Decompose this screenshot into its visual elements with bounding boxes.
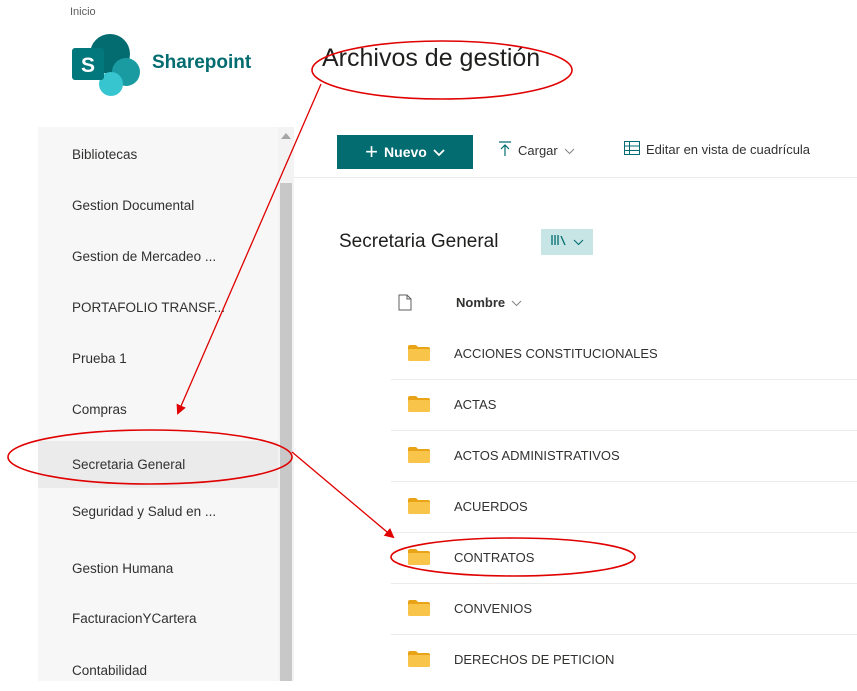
- folder-name[interactable]: DERECHOS DE PETICION: [454, 635, 614, 685]
- sidebar-item-gestion-mercadeo[interactable]: Gestion de Mercadeo ...: [38, 237, 278, 277]
- sidebar-item-prueba-1[interactable]: Prueba 1: [38, 339, 278, 379]
- folder-name[interactable]: ACTOS ADMINISTRATIVOS: [454, 431, 620, 481]
- sidebar: Bibliotecas Gestion Documental Gestion d…: [38, 127, 279, 681]
- library-title[interactable]: Secretaria General: [339, 231, 498, 253]
- folder-icon: [408, 345, 430, 366]
- sidebar-scrollbar[interactable]: [278, 127, 294, 681]
- breadcrumb[interactable]: Inicio: [70, 6, 96, 18]
- folder-icon: [408, 549, 430, 570]
- list-item[interactable]: DERECHOS DE PETICION: [391, 635, 857, 685]
- library-view-switcher[interactable]: [541, 229, 593, 255]
- grid-view-button[interactable]: Editar en vista de cuadrícula: [624, 141, 810, 158]
- chevron-down-icon: [433, 144, 445, 160]
- upload-icon: [498, 141, 512, 160]
- folder-name[interactable]: CONTRATOS: [454, 533, 534, 583]
- folder-name[interactable]: ACCIONES CONSTITUCIONALES: [454, 329, 658, 379]
- list-item[interactable]: ACCIONES CONSTITUCIONALES: [391, 329, 857, 380]
- grid-view-label: Editar en vista de cuadrícula: [646, 142, 811, 157]
- chevron-down-icon: [511, 295, 522, 310]
- annotation-arrow-to-folder: [291, 451, 395, 539]
- scroll-up-icon[interactable]: [281, 133, 291, 139]
- list-item[interactable]: ACTOS ADMINISTRATIVOS: [391, 431, 857, 482]
- scroll-thumb[interactable]: [280, 183, 292, 681]
- sidebar-item-gestion-humana[interactable]: Gestion Humana: [38, 549, 278, 589]
- sidebar-item-secretaria-general[interactable]: Secretaria General: [38, 441, 278, 488]
- sidebar-item-facturacion-cartera[interactable]: FacturacionYCartera: [38, 599, 278, 639]
- upload-label: Cargar: [518, 143, 558, 158]
- chevron-down-icon: [564, 143, 575, 158]
- brand-name[interactable]: Sharepoint: [152, 52, 251, 74]
- folder-icon: [408, 447, 430, 468]
- sidebar-item-compras[interactable]: Compras: [38, 390, 278, 430]
- list-item[interactable]: ACTAS: [391, 380, 857, 431]
- new-button[interactable]: + Nuevo: [337, 135, 473, 169]
- folder-list: ACCIONES CONSTITUCIONALES ACTAS ACTOS AD…: [391, 329, 857, 685]
- library-icon: [550, 233, 567, 251]
- list-item[interactable]: CONTRATOS: [391, 533, 857, 584]
- column-header-name-label: Nombre: [456, 295, 506, 310]
- command-bar: + Nuevo Cargar Editar en vista de cuadrí…: [294, 127, 857, 178]
- sidebar-item-seguridad-salud[interactable]: Seguridad y Salud en ...: [38, 492, 278, 532]
- list-item[interactable]: CONVENIOS: [391, 584, 857, 635]
- folder-name[interactable]: ACTAS: [454, 380, 496, 430]
- sidebar-item-gestion-documental[interactable]: Gestion Documental: [38, 186, 278, 226]
- column-header-name[interactable]: Nombre: [456, 295, 522, 310]
- folder-name[interactable]: ACUERDOS: [454, 482, 528, 532]
- upload-button[interactable]: Cargar: [498, 141, 575, 160]
- file-type-icon[interactable]: [398, 294, 412, 316]
- list-item[interactable]: ACUERDOS: [391, 482, 857, 533]
- chevron-down-icon: [573, 233, 584, 251]
- sidebar-item-portafolio[interactable]: PORTAFOLIO TRANSF...: [38, 288, 278, 328]
- folder-name[interactable]: CONVENIOS: [454, 584, 532, 634]
- column-header-row: Nombre: [294, 279, 857, 329]
- folder-icon: [408, 651, 430, 672]
- folder-icon: [408, 498, 430, 519]
- plus-icon: +: [365, 139, 379, 164]
- sidebar-item-bibliotecas[interactable]: Bibliotecas: [38, 135, 278, 175]
- sharepoint-logo-icon[interactable]: S: [70, 32, 146, 96]
- logo-letter: S: [81, 54, 95, 77]
- sidebar-item-contabilidad[interactable]: Contabilidad: [38, 651, 278, 691]
- site-title[interactable]: Archivos de gestión: [322, 44, 540, 73]
- new-button-label: Nuevo: [384, 144, 427, 160]
- grid-icon: [624, 141, 640, 158]
- folder-icon: [408, 600, 430, 621]
- folder-icon: [408, 396, 430, 417]
